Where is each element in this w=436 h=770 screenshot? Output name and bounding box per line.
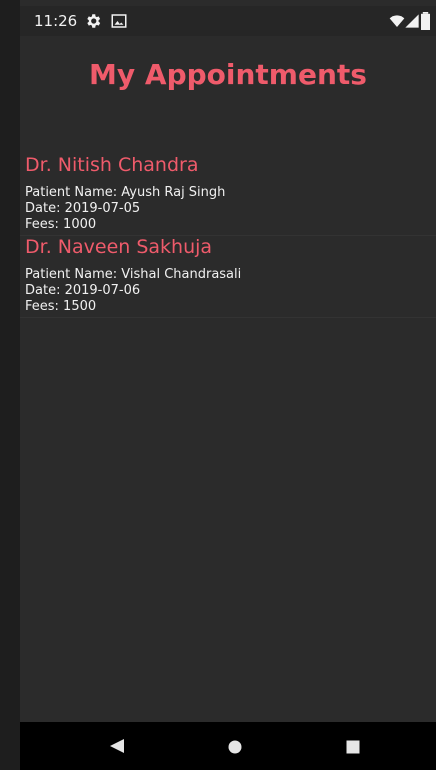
status-bar: 11:26 [20,6,436,36]
home-icon[interactable] [228,740,242,754]
patient-name: Patient Name: Ayush Raj Singh [25,185,226,200]
gear-icon [87,14,101,28]
appointment-list: Dr. Nitish Chandra Patient Name: Ayush R… [20,154,436,318]
signal-icon [405,14,419,28]
back-icon[interactable] [109,738,125,754]
status-time: 11:26 [34,12,78,30]
appointment-card[interactable]: Dr. Naveen Sakhuja Patient Name: Vishal … [20,236,436,318]
app-screen: 11:26 My Appointments Dr. Nitish Chandra… [20,0,436,770]
appointment-card[interactable]: Dr. Nitish Chandra Patient Name: Ayush R… [20,154,436,236]
page-title: My Appointments [89,58,367,91]
doctor-name: Dr. Naveen Sakhuja [25,236,213,258]
recents-icon[interactable] [346,740,360,754]
left-gutter [0,0,20,770]
navigation-bar [20,722,436,770]
patient-name: Patient Name: Vishal Chandrasali [25,267,242,282]
appointment-date: Date: 2019-07-06 [25,283,141,298]
gallery-icon [111,14,127,28]
appointment-fees: Fees: 1000 [25,217,97,232]
appointment-fees: Fees: 1500 [25,299,97,314]
doctor-name: Dr. Nitish Chandra [25,154,199,176]
battery-icon [421,12,430,30]
appointment-date: Date: 2019-07-05 [25,201,141,216]
